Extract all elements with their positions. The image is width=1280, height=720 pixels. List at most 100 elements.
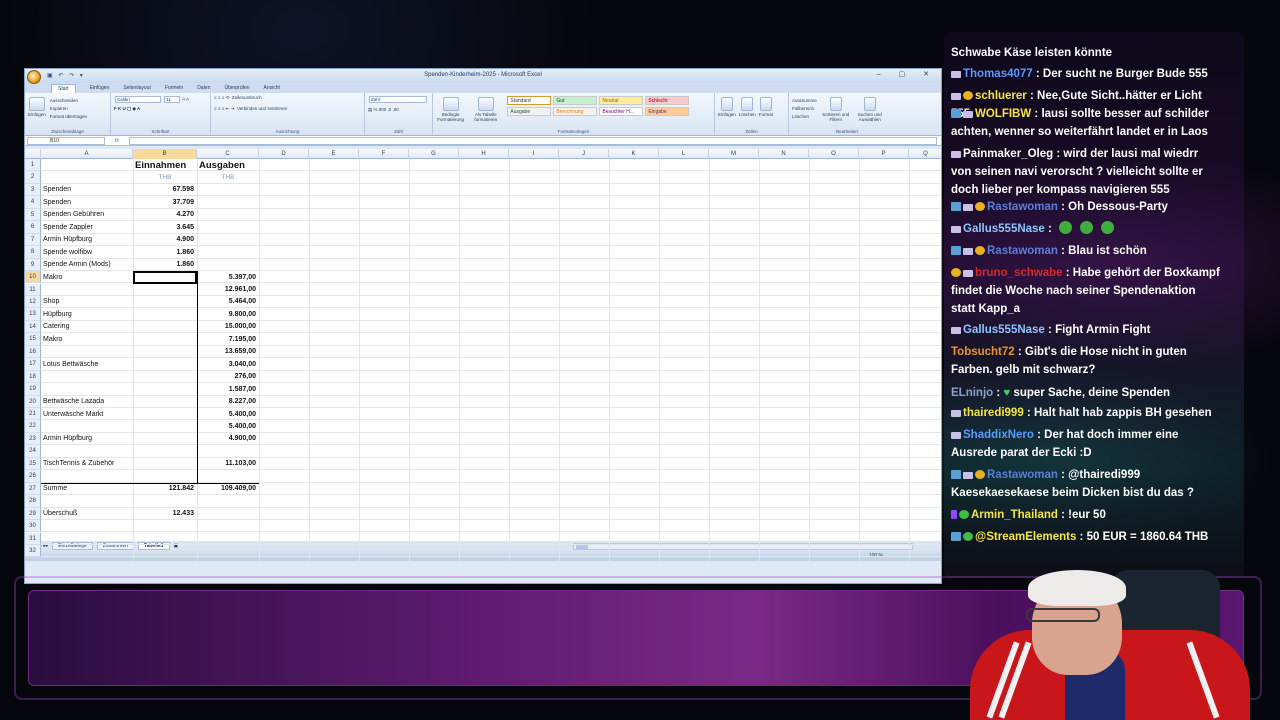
row-header[interactable]: 18 bbox=[25, 370, 41, 384]
cell-a[interactable]: Überschuß bbox=[43, 510, 77, 517]
cell-b[interactable]: 4.270 bbox=[133, 211, 194, 218]
row-header[interactable]: 7 bbox=[25, 233, 41, 247]
align-icons-2[interactable]: ≡ ≡ ≡ ⇤ ⇥ bbox=[214, 106, 234, 111]
chat-username[interactable]: Armin_Thailand bbox=[971, 509, 1058, 521]
cell-a[interactable]: Spende Armin (Mods) bbox=[43, 261, 111, 268]
row-header[interactable]: 23 bbox=[25, 432, 41, 446]
cell-a[interactable]: Hüpfburg bbox=[43, 311, 72, 318]
row-header[interactable]: 5 bbox=[25, 208, 41, 222]
chat-username[interactable]: Rastawoman bbox=[987, 469, 1058, 481]
cell-c[interactable]: 4.900,00 bbox=[197, 435, 256, 442]
cell-c[interactable]: 276,00 bbox=[197, 373, 256, 380]
column-header-f[interactable]: F bbox=[359, 149, 409, 159]
sort-filter-button[interactable]: Sortieren und Filtern bbox=[821, 95, 851, 133]
cell-c[interactable]: 5.464,00 bbox=[197, 298, 256, 305]
format-cells-button[interactable]: Format bbox=[759, 95, 773, 133]
header-expense[interactable]: Ausgaben bbox=[199, 160, 259, 171]
cell-a[interactable]: Armin Hüpfburg bbox=[43, 435, 92, 442]
cell-a[interactable]: Lotus Bettwäsche bbox=[43, 361, 98, 368]
column-header-q[interactable]: Q bbox=[909, 149, 941, 159]
row-header[interactable]: 29 bbox=[25, 507, 41, 521]
chat-username[interactable]: WOLFIBW bbox=[975, 108, 1031, 120]
align-icons[interactable]: ≡ ≡ ≡ ⟲ bbox=[214, 95, 229, 100]
cell-a[interactable]: Spende wolfibw bbox=[43, 249, 92, 256]
cell-a[interactable]: Catering bbox=[43, 323, 69, 330]
cell-c[interactable]: 12.961,00 bbox=[197, 286, 256, 293]
row-header[interactable]: 1 bbox=[25, 159, 41, 172]
cell-b[interactable]: 1.860 bbox=[133, 261, 194, 268]
column-header-e[interactable]: E bbox=[309, 149, 359, 159]
column-header-b[interactable]: B bbox=[133, 149, 197, 159]
chat-username[interactable]: bruno_schwabe bbox=[975, 267, 1063, 279]
style-calculation[interactable]: Berechnung bbox=[553, 107, 598, 116]
cell-c[interactable]: 11.103,00 bbox=[197, 460, 256, 467]
cell-c[interactable]: 5.400,00 bbox=[197, 423, 256, 430]
column-header-d[interactable]: D bbox=[259, 149, 309, 159]
column-header-h[interactable]: H bbox=[459, 149, 509, 159]
number-format-icons[interactable]: ▤ % 000 ,0 ,00 bbox=[368, 107, 429, 113]
row-header[interactable]: 6 bbox=[25, 221, 41, 234]
merge-center-button[interactable]: Verbinden und zentrieren bbox=[237, 106, 287, 111]
cell-c[interactable]: 8.227,00 bbox=[197, 398, 256, 405]
tab-page-layout[interactable]: Seitenlayout bbox=[123, 85, 151, 91]
row-header[interactable]: 26 bbox=[25, 470, 41, 483]
cell-a[interactable]: Shop bbox=[43, 298, 59, 305]
column-header-l[interactable]: L bbox=[659, 149, 709, 159]
cell-b[interactable]: 67.598 bbox=[133, 186, 194, 193]
cell-c[interactable]: 9.800,00 bbox=[197, 311, 256, 318]
row-header[interactable]: 17 bbox=[25, 358, 41, 371]
row-header[interactable]: 3 bbox=[25, 183, 41, 197]
column-header-m[interactable]: M bbox=[709, 149, 759, 159]
column-header-j[interactable]: J bbox=[559, 149, 609, 159]
row-header[interactable]: 22 bbox=[25, 420, 41, 433]
cell-b[interactable]: 3.645 bbox=[133, 224, 194, 231]
grow-font-icon[interactable]: A A bbox=[182, 97, 189, 102]
cell-a[interactable]: Spende Zappler bbox=[43, 224, 93, 231]
format-painter-button[interactable]: Format übertragen bbox=[50, 113, 87, 121]
row-header[interactable]: 21 bbox=[25, 408, 41, 421]
cell-c[interactable]: 15.000,00 bbox=[197, 323, 256, 330]
cell-a[interactable]: Spenden Gebühren bbox=[43, 211, 104, 218]
fx-icon[interactable]: fx bbox=[105, 138, 129, 144]
header-income[interactable]: Einnahmen bbox=[135, 160, 197, 171]
insert-cells-button[interactable]: Einfügen bbox=[718, 95, 736, 133]
chat-username[interactable]: thairedi999 bbox=[963, 407, 1024, 419]
cell-c[interactable]: 3.040,00 bbox=[197, 361, 256, 368]
chat-username[interactable]: ShaddixNero bbox=[963, 429, 1034, 441]
cell-a[interactable]: Armin Hüpfburg bbox=[43, 236, 92, 243]
style-neutral[interactable]: Neutral bbox=[599, 96, 644, 105]
cell-b[interactable]: 1.860 bbox=[133, 249, 194, 256]
find-select-button[interactable]: Suchen und Auswählen bbox=[855, 95, 885, 133]
copy-button[interactable]: Kopieren bbox=[50, 105, 87, 113]
row-header[interactable]: 14 bbox=[25, 320, 41, 334]
tab-review[interactable]: Überprüfen bbox=[225, 85, 250, 91]
chat-username[interactable]: schluerer bbox=[975, 90, 1027, 102]
tab-start[interactable]: Start bbox=[51, 83, 76, 93]
paste-button[interactable]: Einfügen bbox=[28, 95, 46, 121]
wrap-text-button[interactable]: Zeilenumbruch bbox=[232, 95, 262, 100]
column-header-g[interactable]: G bbox=[409, 149, 459, 159]
column-header-c[interactable]: C bbox=[197, 149, 259, 159]
cut-button[interactable]: Ausschneiden bbox=[50, 97, 87, 105]
row-header[interactable]: 11 bbox=[25, 283, 41, 296]
row-header[interactable]: 30 bbox=[25, 520, 41, 533]
row-header[interactable]: 4 bbox=[25, 196, 41, 209]
as-table-button[interactable]: Als Tabelle formatieren bbox=[469, 95, 502, 133]
cell-b[interactable]: 121.842 bbox=[133, 485, 194, 492]
row-header[interactable]: 28 bbox=[25, 495, 41, 508]
column-header-p[interactable]: P bbox=[859, 149, 909, 159]
fill-button[interactable]: Füllbereich bbox=[792, 105, 817, 113]
cell-a[interactable]: Makro bbox=[43, 274, 62, 281]
style-output[interactable]: Ausgabe bbox=[507, 107, 552, 116]
tab-insert[interactable]: Einfügen bbox=[90, 85, 110, 91]
chat-username[interactable]: Gallus555Nase bbox=[963, 324, 1045, 336]
cell-c[interactable]: 13.659,00 bbox=[197, 348, 256, 355]
font-format-buttons[interactable]: F K U ▢ ◆ A bbox=[114, 106, 207, 112]
style-input[interactable]: Eingabe bbox=[645, 107, 690, 116]
font-name-select[interactable]: Calibri bbox=[115, 96, 161, 103]
row-header[interactable]: 2 bbox=[25, 171, 41, 184]
selected-cell-b10[interactable] bbox=[133, 271, 197, 285]
row-header[interactable]: 24 bbox=[25, 445, 41, 458]
unit-b[interactable]: THB bbox=[133, 174, 197, 181]
worksheet-grid[interactable]: A B C D E F G H I J K L M N O P Q ◂◂ ◂ ▸… bbox=[25, 149, 941, 561]
